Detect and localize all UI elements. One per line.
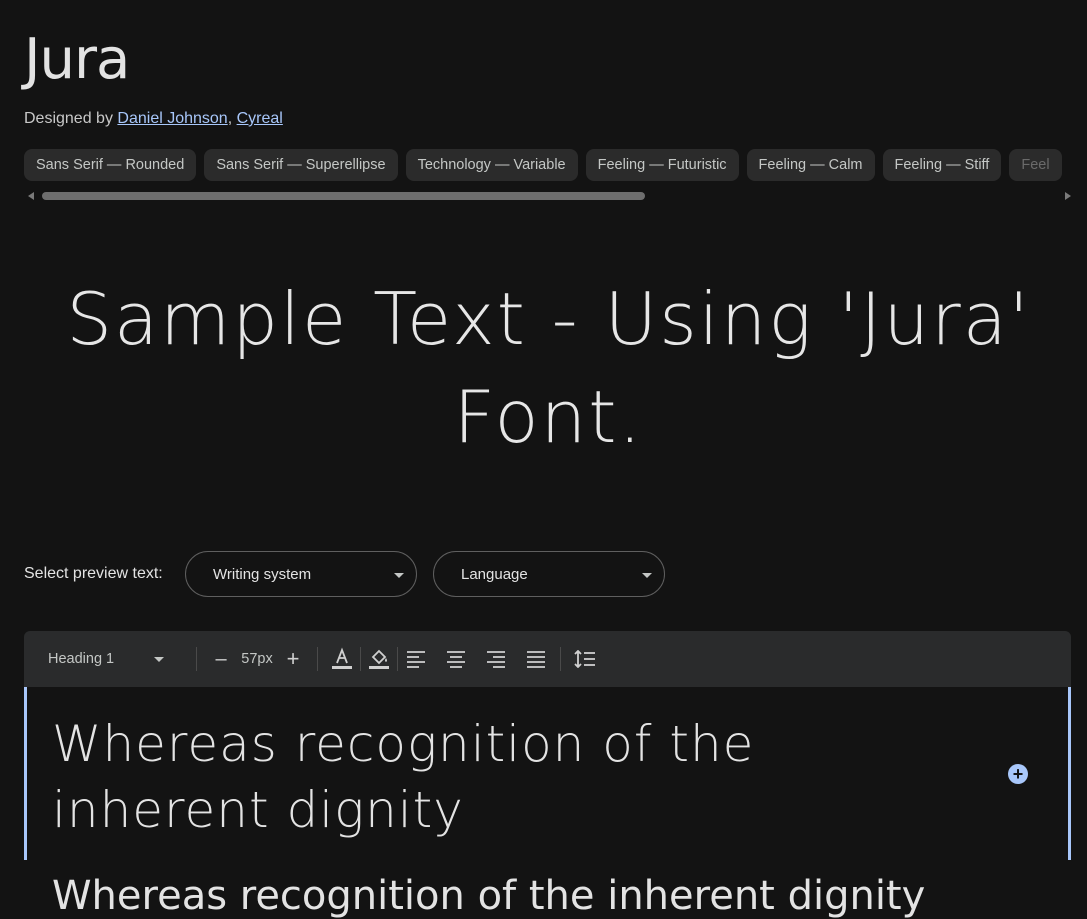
- chevron-down-icon: [394, 573, 404, 578]
- editor-next-line: Whereas recognition of the inherent dign…: [52, 873, 926, 919]
- tag-chip[interactable]: Feel: [1009, 149, 1062, 181]
- preview-text-label: Select preview text:: [24, 565, 163, 582]
- designer-credits: Designed by Daniel Johnson, Cyreal: [24, 110, 283, 128]
- tag-chip[interactable]: Feeling — Stiff: [882, 149, 1002, 181]
- tag-chip-list: Sans Serif — Rounded Sans Serif — Supere…: [24, 149, 1087, 182]
- add-circle-icon[interactable]: +: [1008, 764, 1028, 784]
- align-left-icon[interactable]: [400, 643, 432, 675]
- line-height-icon[interactable]: [569, 643, 601, 675]
- editor-text[interactable]: Whereas recognition of the inherent dign…: [52, 711, 852, 843]
- writing-system-value: Writing system: [213, 566, 312, 583]
- scrollbar-thumb[interactable]: [42, 192, 645, 200]
- toolbar-divider: [560, 647, 561, 671]
- text-color-icon[interactable]: [326, 643, 358, 675]
- toolbar-divider: [397, 647, 398, 671]
- preview-editor[interactable]: Whereas recognition of the inherent dign…: [24, 687, 1071, 860]
- writing-system-select[interactable]: Writing system: [185, 551, 417, 597]
- language-value: Language: [461, 566, 528, 583]
- text-style-select[interactable]: Heading 1: [48, 651, 188, 667]
- designed-by-label: Designed by: [24, 110, 113, 127]
- editor-toolbar: Heading 1 – 57px +: [24, 631, 1071, 687]
- chevron-down-icon: [642, 573, 652, 578]
- font-size-value[interactable]: 57px: [237, 651, 277, 667]
- scroll-right-arrow-icon[interactable]: [1065, 192, 1071, 200]
- increase-size-button[interactable]: +: [277, 643, 309, 675]
- decrease-size-button[interactable]: –: [205, 643, 237, 675]
- font-title: Jura: [24, 27, 130, 92]
- designer-separator: ,: [227, 110, 233, 127]
- align-right-icon[interactable]: [480, 643, 512, 675]
- tag-chip[interactable]: Feeling — Futuristic: [585, 149, 739, 181]
- text-style-value: Heading 1: [48, 651, 115, 667]
- tag-chip[interactable]: Sans Serif — Superellipse: [204, 149, 398, 181]
- toolbar-divider: [196, 647, 197, 671]
- language-select[interactable]: Language: [433, 551, 665, 597]
- fill-color-icon[interactable]: [363, 643, 395, 675]
- tag-chip[interactable]: Technology — Variable: [405, 149, 578, 181]
- toolbar-divider: [317, 647, 318, 671]
- designer-link-cyreal[interactable]: Cyreal: [237, 110, 283, 127]
- toolbar-divider: [360, 647, 361, 671]
- align-center-icon[interactable]: [440, 643, 472, 675]
- chevron-down-icon: [154, 657, 164, 662]
- designer-link-daniel-johnson[interactable]: Daniel Johnson: [117, 110, 227, 127]
- align-justify-icon[interactable]: [520, 643, 552, 675]
- tag-scrollbar[interactable]: [24, 190, 1073, 202]
- scroll-left-arrow-icon[interactable]: [28, 192, 34, 200]
- tag-chip[interactable]: Sans Serif — Rounded: [24, 149, 197, 181]
- sample-text-heading: Sample Text - Using 'Jura' Font.: [66, 277, 1031, 459]
- tag-chip[interactable]: Feeling — Calm: [746, 149, 875, 181]
